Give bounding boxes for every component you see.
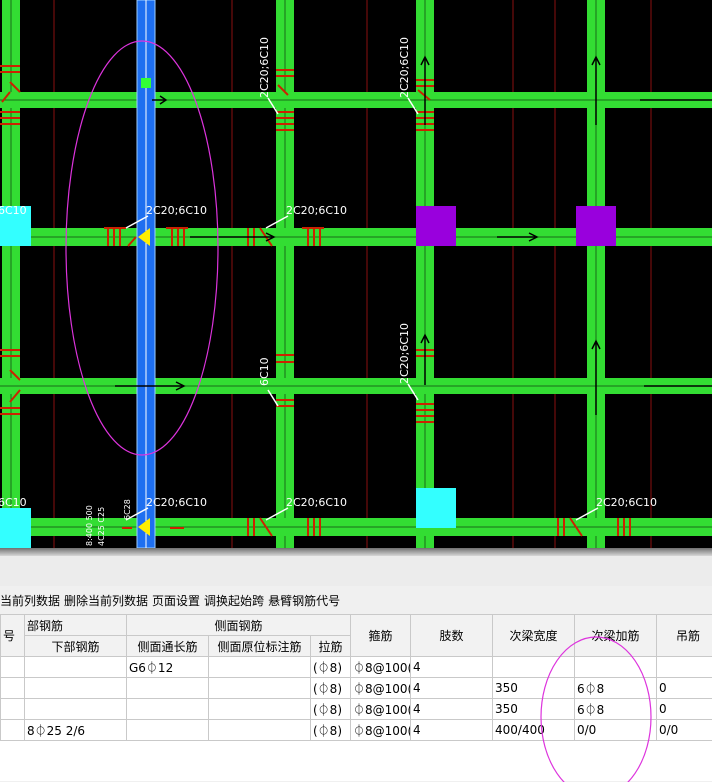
cell-secondary-beam-rebar[interactable]: 6⏀8: [575, 678, 657, 699]
delete-current-column-button[interactable]: 删除当前列数据: [64, 592, 152, 609]
column-header-legs[interactable]: 肢数: [411, 615, 493, 657]
cell-legs[interactable]: 4: [411, 657, 493, 678]
table-row[interactable]: (⏀8) ⏀8@100( 4 350 6⏀8 0: [1, 699, 712, 720]
beam-label[interactable]: 2C20;6C10: [398, 323, 411, 384]
cell-legs[interactable]: 4: [411, 720, 493, 741]
cell-tie-bar[interactable]: (⏀8): [311, 657, 351, 678]
cell-legs[interactable]: 4: [411, 678, 493, 699]
cell-stirrup[interactable]: ⏀8@100(: [351, 720, 411, 741]
cell-side-through[interactable]: [127, 720, 209, 741]
cell-hanger[interactable]: 0: [657, 699, 712, 720]
column-header-secondary-beam-width[interactable]: 次梁宽度: [493, 615, 575, 657]
cell-bottom-rebar[interactable]: 8⏀25 2/6: [25, 720, 127, 741]
cell-legs[interactable]: 4: [411, 699, 493, 720]
beam-label[interactable]: 2C20;6C10: [258, 37, 271, 98]
cell-stirrup[interactable]: ⏀8@100(: [351, 678, 411, 699]
column[interactable]: [0, 508, 31, 548]
cell-number[interactable]: [1, 657, 25, 678]
column-header-secondary-beam-rebar[interactable]: 次梁加筋: [575, 615, 657, 657]
column-header-side-original[interactable]: 侧面原位标注筋: [209, 636, 311, 657]
cantilever-rebar-code-button[interactable]: 悬臂钢筋代号: [268, 592, 344, 609]
table-row[interactable]: (⏀8) ⏀8@100( 4 350 6⏀8 0: [1, 678, 712, 699]
group-header-bottom-rebar: 部钢筋: [25, 615, 127, 636]
cell-hanger[interactable]: [657, 657, 712, 678]
cell-secondary-beam-rebar[interactable]: 0/0: [575, 720, 657, 741]
cell-tie-bar[interactable]: (⏀8): [311, 678, 351, 699]
cell-side-through[interactable]: G6⏀12: [127, 657, 209, 678]
cell-tie-bar[interactable]: (⏀8): [311, 720, 351, 741]
beam-label[interactable]: 6C28: [123, 499, 132, 520]
cell-number[interactable]: [1, 720, 25, 741]
beam-label[interactable]: 2C20;6C10: [146, 204, 207, 217]
table-row[interactable]: G6⏀12 (⏀8) ⏀8@100( 4: [1, 657, 712, 678]
group-header-side-rebar: 侧面钢筋: [127, 615, 351, 636]
cell-stirrup[interactable]: ⏀8@100(: [351, 657, 411, 678]
beam-label[interactable]: 2C20;6C10: [146, 496, 207, 509]
grid-toolbar: 当前列数据 删除当前列数据 页面设置 调换起始跨 悬臂钢筋代号: [0, 587, 712, 613]
cell-side-through[interactable]: [127, 678, 209, 699]
cell-number[interactable]: [1, 678, 25, 699]
cell-side-original[interactable]: [209, 720, 311, 741]
grip-marker[interactable]: [141, 78, 151, 88]
page-setup-button[interactable]: 页面设置: [152, 592, 204, 609]
beam-label[interactable]: 6C10: [0, 496, 27, 509]
cell-secondary-beam-width[interactable]: [493, 657, 575, 678]
cell-bottom-rebar[interactable]: [25, 657, 127, 678]
table-row[interactable]: 8⏀25 2/6 (⏀8) ⏀8@100( 4 400/400 0/0 0/0: [1, 720, 712, 741]
cell-tie-bar[interactable]: (⏀8): [311, 699, 351, 720]
cell-side-original[interactable]: [209, 699, 311, 720]
cell-secondary-beam-rebar[interactable]: 6⏀8: [575, 699, 657, 720]
beam-drawing[interactable]: 2C20;6C10 2C20;6C10 2C20;6C10 2C20;6C10 …: [0, 0, 712, 548]
cell-side-original[interactable]: [209, 657, 311, 678]
vertical-beams[interactable]: [2, 0, 605, 548]
beam-label[interactable]: 2C20;6C10: [596, 496, 657, 509]
cell-bottom-rebar[interactable]: [25, 678, 127, 699]
cell-hanger[interactable]: 0/0: [657, 720, 712, 741]
column-header-tie-bar[interactable]: 拉筋: [311, 636, 351, 657]
beam-label[interactable]: 8:400 500: [85, 505, 94, 546]
cell-side-original[interactable]: [209, 678, 311, 699]
leader-lines: [126, 98, 598, 520]
column-header-bottom-rebar[interactable]: 下部钢筋: [25, 636, 127, 657]
cell-secondary-beam-width[interactable]: 350: [493, 699, 575, 720]
cell-hanger[interactable]: 0: [657, 678, 712, 699]
cell-bottom-rebar[interactable]: [25, 699, 127, 720]
beam-label[interactable]: 4C25 C25: [97, 507, 106, 546]
cell-secondary-beam-width[interactable]: 400/400: [493, 720, 575, 741]
cell-secondary-beam-width[interactable]: 350: [493, 678, 575, 699]
cell-side-through[interactable]: [127, 699, 209, 720]
rebar-table-area: 号 部钢筋 侧面钢筋 箍筋 肢数 次梁宽度 次梁加筋 吊筋 下部钢筋 侧面通长筋…: [0, 614, 712, 781]
horizontal-beams[interactable]: [0, 92, 712, 536]
column-header-stirrup[interactable]: 箍筋: [351, 615, 411, 657]
rebar-table: 号 部钢筋 侧面钢筋 箍筋 肢数 次梁宽度 次梁加筋 吊筋 下部钢筋 侧面通长筋…: [0, 614, 712, 741]
beam-label[interactable]: 6C10: [0, 204, 27, 217]
beam-label[interactable]: 2C20;6C10: [286, 496, 347, 509]
column[interactable]: [576, 206, 616, 246]
column-header-side-through[interactable]: 侧面通长筋: [127, 636, 209, 657]
swap-start-span-button[interactable]: 调换起始跨: [204, 592, 268, 609]
copy-current-column-button[interactable]: 当前列数据: [0, 592, 64, 609]
column-header-hanger[interactable]: 吊筋: [657, 615, 712, 657]
column[interactable]: [416, 206, 456, 246]
panel-splitter[interactable]: [0, 548, 712, 556]
beam-label[interactable]: 6C10: [258, 357, 271, 386]
cell-number[interactable]: [1, 699, 25, 720]
panel-header-area: [0, 556, 712, 586]
cell-secondary-beam-rebar[interactable]: [575, 657, 657, 678]
rebar-marks: [0, 66, 630, 536]
column[interactable]: [416, 488, 456, 528]
drawing-canvas[interactable]: 2C20;6C10 2C20;6C10 2C20;6C10 2C20;6C10 …: [0, 0, 712, 548]
beam-label[interactable]: 2C20;6C10: [398, 37, 411, 98]
column-header-number[interactable]: 号: [1, 615, 25, 657]
cell-stirrup[interactable]: ⏀8@100(: [351, 699, 411, 720]
beam-label[interactable]: 2C20;6C10: [286, 204, 347, 217]
